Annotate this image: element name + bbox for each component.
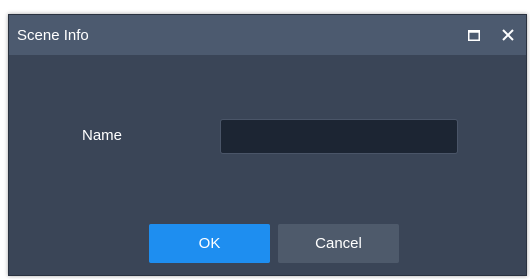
name-input[interactable] (220, 119, 458, 154)
cancel-button[interactable]: Cancel (278, 224, 399, 263)
name-label: Name (82, 127, 123, 144)
dialog-titlebar[interactable]: Scene Info (9, 15, 526, 55)
close-icon (502, 29, 514, 41)
close-button[interactable] (494, 21, 522, 49)
scene-info-dialog: Scene Info Name OK Cancel (8, 14, 527, 276)
maximize-icon (468, 29, 480, 41)
ok-button[interactable]: OK (149, 224, 270, 263)
maximize-button[interactable] (460, 21, 488, 49)
dialog-title: Scene Info (17, 26, 89, 44)
